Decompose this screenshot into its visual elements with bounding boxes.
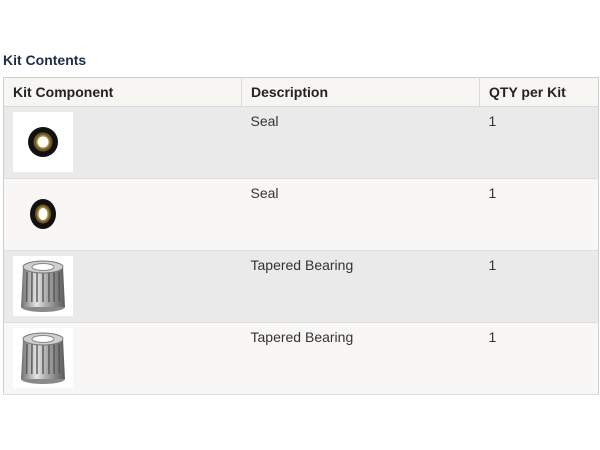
description-cell: Tapered Bearing xyxy=(241,322,480,395)
table-row: Seal 1 xyxy=(3,106,599,179)
qty-cell: 1 xyxy=(479,178,599,251)
component-thumbnail[interactable] xyxy=(13,256,73,316)
table-row: Tapered Bearing 1 xyxy=(3,250,599,323)
component-thumbnail[interactable] xyxy=(13,112,73,172)
kit-contents-table: Kit Component Description QTY per Kit Se… xyxy=(3,77,599,395)
column-header-qty: QTY per Kit xyxy=(479,77,599,107)
component-thumbnail[interactable] xyxy=(13,328,73,388)
component-cell xyxy=(3,250,242,323)
section-title: Kit Contents xyxy=(3,52,87,68)
qty-cell: 1 xyxy=(479,250,599,323)
description-cell: Tapered Bearing xyxy=(241,250,480,323)
column-header-description: Description xyxy=(241,77,480,107)
table-header: Kit Component Description QTY per Kit xyxy=(3,77,599,107)
qty-cell: 1 xyxy=(479,322,599,395)
column-header-kit-component: Kit Component xyxy=(3,77,242,107)
table-row: Seal 1 xyxy=(3,178,599,251)
tapered-bearing-icon xyxy=(21,332,65,384)
header-row: Kit Component Description QTY per Kit xyxy=(3,77,599,107)
qty-cell: 1 xyxy=(479,106,599,179)
description-cell: Seal xyxy=(241,106,480,179)
seal-icon xyxy=(30,199,56,229)
seal-icon xyxy=(28,127,58,157)
component-cell xyxy=(3,178,242,251)
component-cell xyxy=(3,322,242,395)
description-cell: Seal xyxy=(241,178,480,251)
tapered-bearing-icon xyxy=(21,260,65,312)
table-row: Tapered Bearing 1 xyxy=(3,322,599,395)
component-thumbnail[interactable] xyxy=(13,184,73,244)
component-cell xyxy=(3,106,242,179)
